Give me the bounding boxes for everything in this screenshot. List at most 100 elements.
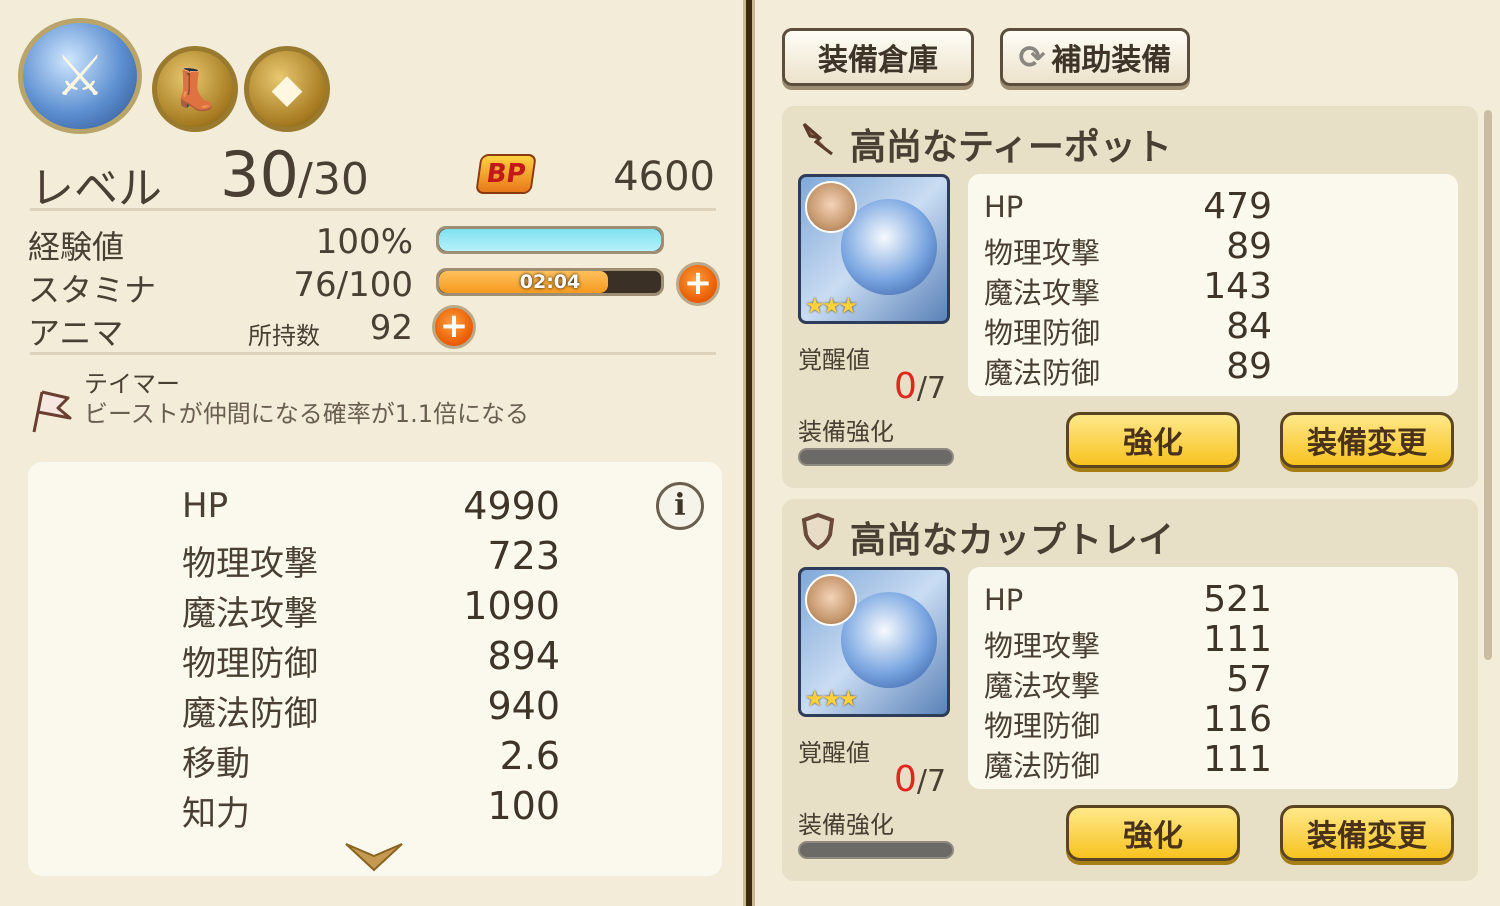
- scrollbar[interactable]: [1484, 110, 1492, 660]
- character-portrait-icon: [805, 181, 857, 233]
- awakening-label: 覚醒値: [798, 739, 870, 767]
- bp-badge-icon: BP: [475, 154, 537, 194]
- equipment-stat-value: 116: [1203, 699, 1272, 740]
- chevron-down-icon[interactable]: [344, 840, 404, 872]
- flag-icon: [28, 386, 76, 434]
- stat-value: 894: [487, 634, 560, 678]
- equipment-card: 高尚なティーポット ★★★ 覚醒値 0/7 装備強化 HP 479 物理攻撃 89 魔法攻撃 143…: [782, 106, 1478, 488]
- stat-value: 723: [487, 534, 560, 578]
- exp-label: 経験値: [28, 228, 125, 266]
- equipment-name: 高尚なティーポット: [850, 127, 1172, 168]
- level-label: レベル: [30, 163, 162, 214]
- refresh-icon: ⟳: [1018, 38, 1046, 76]
- info-button[interactable]: i: [656, 482, 704, 530]
- block-skill-icon[interactable]: ◆: [244, 46, 330, 132]
- stat-name: 魔法防御: [182, 694, 318, 734]
- equipment-stat-name: HP: [984, 190, 1024, 224]
- stat-name: 移動: [182, 744, 250, 784]
- change-equipment-button[interactable]: 装備変更: [1280, 412, 1454, 468]
- equipment-stats: HP 521 物理攻撃 111 魔法攻撃 57 物理防御 116 魔法防御 111: [968, 567, 1458, 789]
- rarity-stars: ★★★: [805, 294, 858, 319]
- sword-skill-icon[interactable]: ⚔: [18, 18, 142, 134]
- stamina-bar: 02:04: [436, 268, 664, 296]
- equipment-stat-name: 物理攻撃: [984, 629, 1101, 663]
- equipment-stat-value: 111: [1203, 619, 1272, 660]
- equipment-stat-name: 物理防御: [984, 316, 1101, 350]
- enhance-progress-bar: [798, 448, 954, 466]
- level-current: 30: [220, 138, 299, 211]
- exp-value: 100%: [315, 222, 413, 262]
- level-max: /30: [298, 154, 369, 205]
- awakening-value: 0/7: [894, 366, 946, 407]
- enhance-button[interactable]: 強化: [1066, 805, 1240, 861]
- bp-badge-text: BP: [484, 159, 528, 189]
- exp-bar: [436, 226, 664, 254]
- stat-value: 4990: [463, 484, 560, 528]
- equipment-stat-value: 521: [1203, 579, 1272, 620]
- change-equipment-label: 装備変更: [1307, 426, 1427, 461]
- character-portrait-icon: [805, 574, 857, 626]
- awakening-value: 0/7: [894, 759, 946, 800]
- exp-bar-fill: [439, 229, 661, 251]
- equipment-stats: HP 479 物理攻撃 89 魔法攻撃 143 物理防御 84 魔法防御 89: [968, 174, 1458, 396]
- support-equipment-label: 補助装備: [1051, 43, 1172, 78]
- anima-owned-label: 所持数: [248, 322, 320, 350]
- stat-name: 知力: [182, 794, 250, 834]
- stat-value: 1090: [463, 584, 560, 628]
- anima-plus-button[interactable]: +: [432, 305, 476, 349]
- anima-value: 92: [369, 308, 413, 348]
- character-status-panel: ⚔ 👢 ◆ レベル 30 /30 BP 4600 経験値 100% スタミナ 7…: [0, 0, 746, 906]
- divider: [30, 208, 716, 211]
- awakening-label: 覚醒値: [798, 346, 870, 374]
- enhance-label: 装備強化: [798, 811, 894, 839]
- equipment-stat-name: 魔法防御: [984, 356, 1101, 390]
- equipment-stat-name: 物理攻撃: [984, 236, 1101, 270]
- stat-value: 100: [487, 784, 560, 828]
- stamina-value: 76/100: [293, 265, 413, 305]
- stamina-timer: 02:04: [519, 271, 581, 293]
- awakening-current: 0: [894, 759, 917, 800]
- divider: [30, 352, 716, 355]
- bp-value: 4600: [613, 154, 715, 200]
- equipment-stat-value: 84: [1226, 306, 1272, 347]
- stat-name: 魔法攻撃: [182, 594, 318, 634]
- trait-description: ビーストが仲間になる確率が1.1倍になる: [84, 400, 529, 428]
- equipment-thumbnail[interactable]: ★★★: [798, 567, 950, 717]
- equipment-name: 高尚なカップトレイ: [850, 520, 1175, 561]
- stats-card: HP 4990 物理攻撃 723 魔法攻撃 1090 物理防御 894 魔法防御 940 移動 2.6…: [28, 462, 722, 876]
- awakening-current: 0: [894, 366, 917, 407]
- equipment-storage-label: 装備倉庫: [818, 43, 938, 78]
- stat-value: 2.6: [499, 734, 560, 778]
- weapon-icon: [798, 118, 838, 158]
- equipment-stat-value: 89: [1226, 346, 1272, 387]
- equipment-stat-value: 143: [1203, 266, 1272, 307]
- stat-value: 940: [487, 684, 560, 728]
- equipment-stat-value: 479: [1203, 186, 1272, 227]
- equipment-stat-value: 89: [1226, 226, 1272, 267]
- equipment-thumbnail[interactable]: ★★★: [798, 174, 950, 324]
- anima-label: アニマ: [28, 314, 124, 352]
- equipment-stat-name: 魔法防御: [984, 749, 1101, 783]
- equipment-stat-name: 物理防御: [984, 709, 1101, 743]
- equipment-stat-name: 魔法攻撃: [984, 276, 1101, 310]
- change-equipment-label: 装備変更: [1307, 819, 1427, 854]
- enhance-progress-bar: [798, 841, 954, 859]
- equipment-stat-name: HP: [984, 583, 1024, 617]
- awakening-max: /7: [916, 764, 947, 799]
- stat-name: 物理攻撃: [182, 544, 318, 584]
- shield-icon: [798, 511, 838, 551]
- change-equipment-button[interactable]: 装備変更: [1280, 805, 1454, 861]
- support-equipment-button[interactable]: ⟳ 補助装備: [1000, 28, 1190, 86]
- stamina-plus-button[interactable]: +: [676, 262, 720, 306]
- equipment-stat-value: 111: [1203, 739, 1272, 780]
- stat-name: HP: [182, 486, 229, 526]
- rarity-stars: ★★★: [805, 687, 858, 712]
- equipment-storage-button[interactable]: 装備倉庫: [782, 28, 974, 86]
- enhance-button[interactable]: 強化: [1066, 412, 1240, 468]
- equipment-card: 高尚なカップトレイ ★★★ 覚醒値 0/7 装備強化 HP 521 物理攻撃 111 魔法攻撃 57…: [782, 499, 1478, 881]
- enhance-button-label: 強化: [1123, 819, 1183, 854]
- equipment-stat-value: 57: [1226, 659, 1272, 700]
- boot-skill-icon[interactable]: 👢: [152, 46, 238, 132]
- stamina-label: スタミナ: [28, 271, 157, 309]
- awakening-max: /7: [916, 371, 947, 406]
